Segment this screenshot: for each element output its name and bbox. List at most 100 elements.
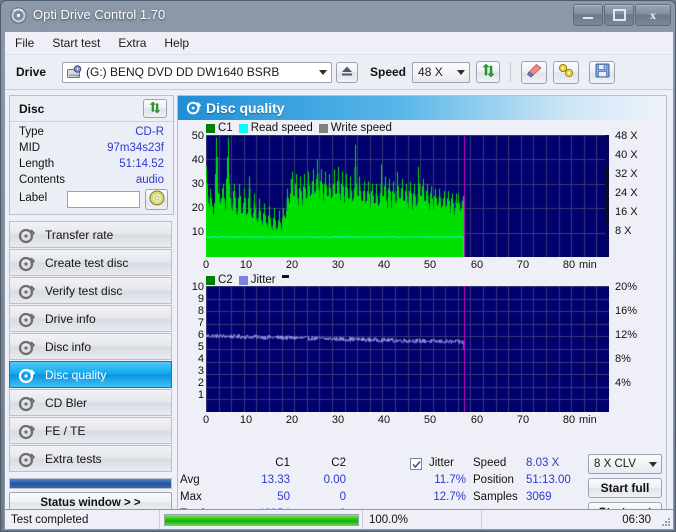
sidebar-item-drive-info[interactable]: Drive info — [9, 305, 172, 332]
chevron-down-icon[interactable] — [315, 69, 331, 75]
resize-grip-icon[interactable] — [659, 515, 671, 527]
disc-refresh-button[interactable] — [143, 99, 167, 118]
drive-select[interactable]: (G:) BENQ DVD DD DW1640 BSRB — [62, 61, 332, 83]
sidebar-item-label: CD Bler — [45, 395, 88, 410]
chart2-legend: C2 Jitter — [206, 274, 289, 286]
c2-ytick-right-12pct: 12% — [615, 329, 638, 341]
tools-button[interactable] — [553, 60, 580, 84]
c2-ytick-right-20pct: 20% — [615, 281, 638, 293]
close-button[interactable]: x — [635, 4, 671, 26]
stats-col-c2: C2 — [331, 457, 346, 469]
disc-test-icon — [18, 339, 36, 357]
status-percent: 100.0% — [369, 513, 409, 526]
status-progress — [160, 510, 362, 529]
chevron-down-icon[interactable] — [645, 461, 661, 467]
status-bar: Test completed 100.0% 06:30 — [4, 509, 674, 530]
eject-button[interactable] — [336, 61, 358, 83]
c1-ytick-right-24x: 24 X — [615, 187, 638, 199]
stats-avg-c2: 0.00 — [323, 474, 346, 486]
stats-max-c1: 50 — [277, 491, 290, 503]
c1-ytick-right-40x: 40 X — [615, 149, 638, 161]
disc-label-input[interactable] — [67, 191, 140, 208]
maximize-button[interactable] — [604, 4, 634, 26]
minimize-icon — [583, 17, 593, 19]
legend-marker-icon — [281, 274, 289, 278]
sidebar-item-label: Extra tests — [45, 451, 102, 466]
sidebar-item-verify-test-disc[interactable]: Verify test disc — [9, 277, 172, 304]
minimize-button[interactable] — [573, 4, 603, 26]
left-panel: Disc Type CD-R MID 97m34s23f Length 51:1… — [9, 95, 174, 525]
sidebar-item-label: Disc quality — [45, 367, 107, 382]
legend-swatch-c1 — [206, 123, 215, 133]
sidebar-item-disc-quality[interactable]: Disc quality — [9, 361, 172, 388]
menu-item-help[interactable]: Help — [164, 36, 189, 50]
drive-label: Drive — [16, 65, 47, 79]
menu-item-start-test[interactable]: Start test — [52, 36, 100, 50]
c2-xaxis-unit: min — [579, 414, 597, 426]
sidebar-item-fe-te[interactable]: FE / TE — [9, 417, 172, 444]
c1-xtick-30: 30 — [331, 259, 345, 271]
c2-ytick-10: 10 — [191, 281, 204, 293]
c1-xtick-80: 80 — [562, 259, 576, 271]
legend-swatch-jitter — [238, 275, 248, 285]
c2-ytick-right-16pct: 16% — [615, 305, 638, 317]
disc-row-value: audio — [135, 174, 164, 186]
c2-xtick-70: 70 — [516, 414, 530, 426]
disc-row-key: Type — [19, 126, 44, 138]
disc-label-key: Label — [19, 192, 48, 204]
disc-info-title: Disc — [19, 101, 45, 116]
stats-col-c1: C1 — [275, 457, 290, 469]
c2-ytick-right-8pct: 8% — [615, 353, 631, 365]
speed-value: 48 X — [418, 65, 443, 79]
drive-icon — [67, 65, 82, 79]
samples-stat-label: Samples — [473, 491, 518, 503]
disc-icon — [10, 7, 27, 24]
window-controls: x — [572, 4, 671, 26]
c2-ytick-4: 4 — [197, 353, 204, 365]
c1-ytick-right-16x: 16 X — [615, 206, 638, 218]
position-stat-label: Position — [473, 474, 514, 486]
c2-xtick-0: 0 — [202, 414, 210, 426]
c1-ytick-right-32x: 32 X — [615, 168, 638, 180]
disc-info-header: Disc — [10, 96, 173, 122]
c1-ytick-right-48x: 48 X — [615, 130, 638, 142]
c2-xtick-60: 60 — [470, 414, 484, 426]
c1-xtick-50: 50 — [423, 259, 437, 271]
menu-item-file[interactable]: File — [15, 36, 34, 50]
menu-item-extra[interactable]: Extra — [118, 36, 146, 50]
speed-select[interactable]: 48 X — [412, 61, 471, 83]
stats-col-jitter: Jitter — [429, 457, 454, 469]
eraser-icon — [526, 63, 543, 81]
sidebar-item-create-test-disc[interactable]: Create test disc — [9, 249, 172, 276]
tools-icon — [558, 63, 575, 81]
disc-test-icon — [18, 367, 36, 385]
sidebar-item-extra-tests[interactable]: Extra tests — [9, 445, 172, 472]
panel-title: Disc quality — [206, 100, 285, 116]
refresh-speed-button[interactable] — [476, 61, 501, 83]
sidebar-item-disc-info[interactable]: Disc info — [9, 333, 172, 360]
start-full-button[interactable]: Start full — [588, 478, 662, 498]
chevron-down-icon[interactable] — [453, 69, 469, 75]
disc-test-icon — [18, 395, 36, 413]
disc-row-key: Contents — [19, 174, 66, 186]
c1-ytick-40: 40 — [191, 154, 204, 166]
erase-button[interactable] — [521, 60, 548, 84]
maximize-icon — [612, 9, 626, 21]
write-strategy-select[interactable]: 8 X CLV — [588, 454, 662, 474]
c2-ytick-9: 9 — [197, 293, 204, 305]
disc-label-button[interactable] — [145, 189, 168, 210]
sidebar-item-transfer-rate[interactable]: Transfer rate — [9, 221, 172, 248]
c2-xtick-20: 20 — [285, 414, 299, 426]
sidebar-item-cd-bler[interactable]: CD Bler — [9, 389, 172, 416]
disc-quality-icon — [186, 100, 202, 119]
legend-label-c1: C1 — [218, 122, 233, 134]
sidebar-item-label: FE / TE — [45, 423, 86, 438]
sidebar-item-label: Disc info — [45, 339, 92, 354]
save-button[interactable] — [589, 60, 616, 84]
disc-row-mid: MID 97m34s23f — [19, 142, 167, 159]
samples-stat-value: 3069 — [526, 491, 552, 503]
legend-label-c2: C2 — [218, 274, 233, 286]
legend-label-write-speed: Write speed — [330, 122, 392, 134]
jitter-checkbox[interactable] — [410, 458, 422, 470]
window-title: Opti Drive Control 1.70 — [33, 7, 166, 22]
